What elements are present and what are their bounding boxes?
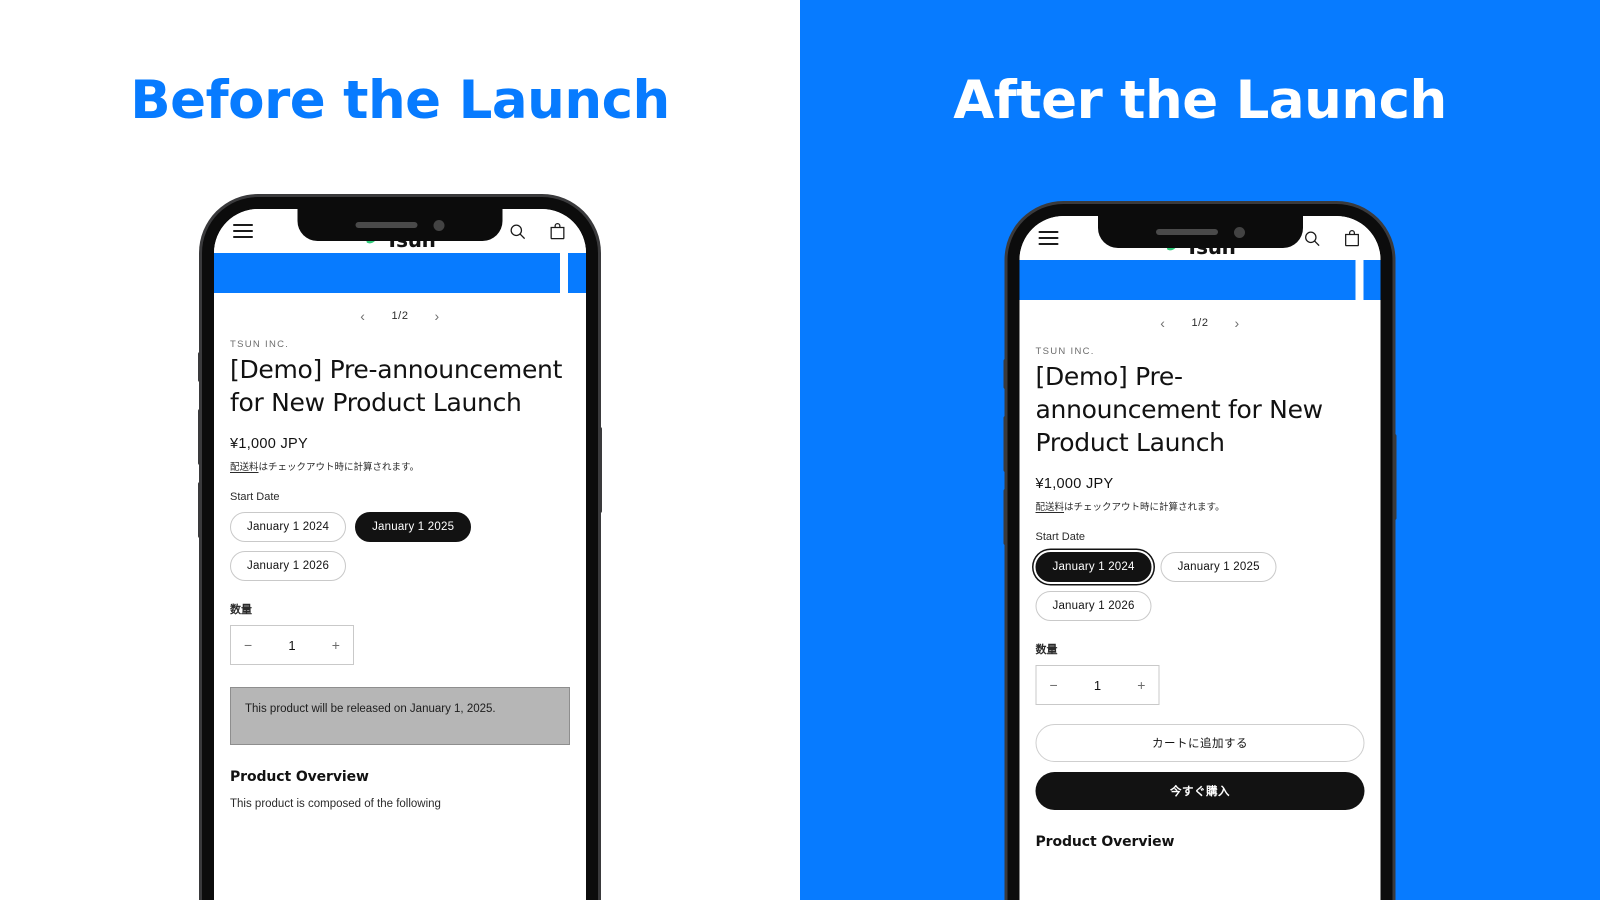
search-icon[interactable] — [504, 218, 530, 244]
phone-power-button — [598, 427, 602, 513]
phone-screen: Tsun — [1019, 216, 1381, 900]
carousel-pager: ‹ 1/2 › — [1020, 300, 1381, 346]
variant-option-label: Start Date — [230, 491, 280, 503]
front-camera-icon — [433, 219, 445, 231]
variant-option-group: January 1 2024 January 1 2025 — [230, 512, 570, 542]
quantity-increase-button[interactable]: + — [332, 637, 340, 653]
add-to-cart-button[interactable]: カートに追加する — [1035, 724, 1365, 762]
carousel-slide-1[interactable] — [1019, 260, 1356, 300]
carousel-next-button[interactable]: › — [435, 308, 440, 324]
quantity-label: 数量 — [230, 604, 252, 616]
phone-mockup-before: Tsun — [198, 197, 602, 900]
shipping-note: 配送料はチェックアウト時に計算されます。 — [230, 459, 570, 473]
quantity-value[interactable]: 1 — [1094, 678, 1101, 693]
product-price: ¥1,000 JPY — [1035, 476, 1114, 492]
shopping-bag-icon[interactable] — [544, 218, 570, 244]
variant-option-2026[interactable]: January 1 2026 — [1035, 591, 1152, 621]
product-info: TSUN INC. [Demo] Pre-announcement for Ne… — [1020, 346, 1381, 850]
variant-option-2025[interactable]: January 1 2025 — [1160, 552, 1277, 582]
hamburger-menu-icon[interactable] — [1036, 225, 1062, 251]
phone-body: Tsun — [202, 197, 598, 900]
carousel-slide-2[interactable] — [565, 253, 586, 293]
variant-option-2024[interactable]: January 1 2024 — [1035, 552, 1152, 582]
shipping-note-text: はチェックアウト時に計算されます。 — [258, 462, 420, 473]
shopping-bag-icon[interactable] — [1339, 225, 1365, 251]
shipping-policy-link[interactable]: 配送料 — [230, 462, 259, 473]
product-vendor: TSUN INC. — [230, 339, 290, 350]
carousel-prev-button[interactable]: ‹ — [1160, 315, 1165, 331]
phone-notch — [1097, 216, 1303, 248]
phone-power-button — [1392, 434, 1397, 520]
carousel-slide-1[interactable] — [214, 253, 560, 293]
earpiece-speaker-icon — [1155, 229, 1218, 235]
panel-after: After the Launch ‹ 1/2 › TSUN INC. [Demo… — [800, 0, 1600, 900]
variant-option-2026[interactable]: January 1 2026 — [230, 551, 347, 581]
phone-notch — [297, 209, 503, 241]
variant-option-2024[interactable]: January 1 2024 — [230, 512, 347, 542]
variant-option-group: January 1 2024 January 1 2025 — [1035, 552, 1365, 582]
shipping-note-text: はチェックアウト時に計算されます。 — [1064, 502, 1225, 513]
product-overview-heading: Product Overview — [1035, 834, 1175, 850]
hamburger-menu-icon[interactable] — [230, 218, 256, 244]
quantity-stepper[interactable]: − 1 + — [230, 625, 354, 665]
carousel-pager: ‹ 1/2 › — [214, 293, 586, 339]
product-title: [Demo] Pre-announcement for New Product … — [230, 355, 563, 417]
panel-before-title: Before the Launch — [130, 70, 670, 131]
product-vendor: TSUN INC. — [1035, 346, 1095, 357]
phone-screen: Tsun — [214, 209, 586, 900]
phone-body: Tsun — [1007, 204, 1393, 900]
earpiece-speaker-icon — [355, 222, 418, 228]
shipping-policy-link[interactable]: 配送料 — [1036, 502, 1065, 513]
release-date-notice: This product will be released on January… — [230, 687, 570, 745]
quantity-decrease-button[interactable]: − — [244, 637, 252, 653]
shipping-note: 配送料はチェックアウト時に計算されます。 — [1036, 499, 1365, 513]
front-camera-icon — [1233, 226, 1245, 238]
quantity-stepper[interactable]: − 1 + — [1035, 665, 1160, 705]
product-price: ¥1,000 JPY — [230, 436, 308, 452]
carousel-counter: 1/2 — [391, 310, 409, 322]
quantity-label: 数量 — [1035, 644, 1058, 656]
variant-option-group-row2: January 1 2026 — [230, 551, 570, 581]
product-info: TSUN INC. [Demo] Pre-announcement for Ne… — [214, 339, 586, 813]
product-title: [Demo] Pre-announcement for New Product … — [1035, 362, 1324, 457]
product-overview-heading: Product Overview — [230, 769, 369, 785]
variant-option-label: Start Date — [1035, 531, 1086, 543]
product-image-carousel[interactable] — [1019, 260, 1381, 300]
carousel-counter: 1/2 — [1191, 317, 1209, 329]
buy-now-button[interactable]: 今すぐ購入 — [1035, 772, 1365, 810]
panel-before: Before the Launch ‹ 1/2 › TSUN INC. [Dem… — [0, 0, 800, 900]
quantity-decrease-button[interactable]: − — [1050, 677, 1058, 693]
variant-option-group-row2: January 1 2026 — [1035, 591, 1365, 621]
quantity-increase-button[interactable]: + — [1137, 677, 1145, 693]
comparison-stage: Before the Launch ‹ 1/2 › TSUN INC. [Dem… — [0, 0, 1600, 900]
panel-after-title: After the Launch — [953, 70, 1447, 131]
product-overview-body: This product is composed of the followin… — [230, 798, 441, 810]
carousel-next-button[interactable]: › — [1235, 315, 1240, 331]
phone-mockup-after: Tsun — [1003, 204, 1397, 900]
quantity-value[interactable]: 1 — [288, 638, 295, 653]
product-image-carousel[interactable] — [214, 253, 586, 293]
carousel-prev-button[interactable]: ‹ — [360, 308, 365, 324]
variant-option-2025[interactable]: January 1 2025 — [355, 512, 472, 542]
carousel-slide-2[interactable] — [1361, 260, 1381, 300]
